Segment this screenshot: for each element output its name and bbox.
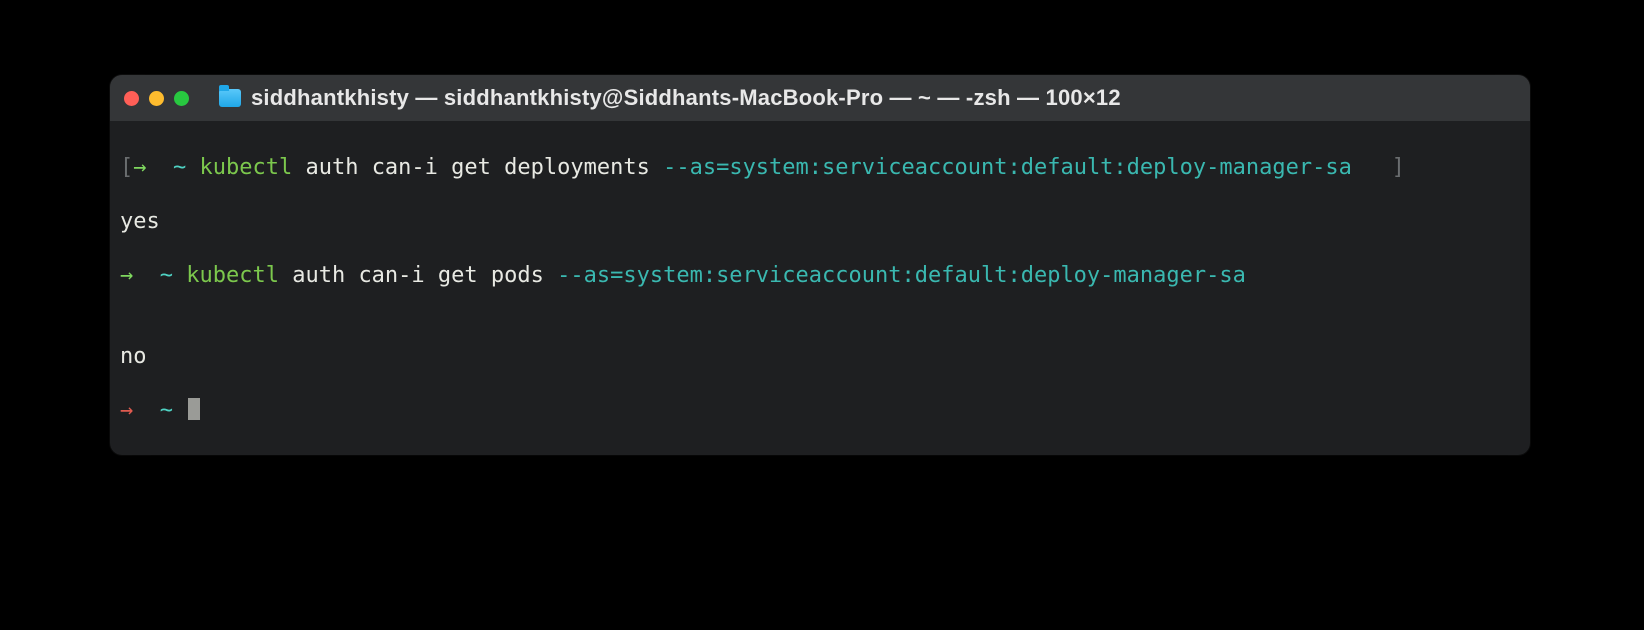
prompt-path: ~ [160, 398, 173, 423]
command-flag: --as=system:serviceaccount:default:deplo… [663, 155, 1352, 180]
titlebar[interactable]: siddhantkhisty — siddhantkhisty@Siddhant… [110, 75, 1530, 121]
command-args: auth can-i get deployments [292, 155, 663, 180]
minimize-icon[interactable] [149, 91, 164, 106]
prompt-path: ~ [160, 263, 173, 288]
folder-icon [219, 89, 241, 107]
terminal-body[interactable]: [→ ~ kubectl auth can-i get deployments … [110, 121, 1530, 455]
prompt-arrow-icon: → [120, 398, 133, 423]
command-name: kubectl [200, 155, 293, 180]
terminal-line: → ~ kubectl auth can-i get pods --as=sys… [120, 262, 1520, 289]
bracket-close: ] [1392, 155, 1405, 180]
command-flag: --as=system:serviceaccount:default:deplo… [557, 263, 1246, 288]
traffic-lights [124, 91, 189, 106]
command-name: kubectl [186, 263, 279, 288]
prompt-arrow-icon: → [133, 155, 146, 180]
terminal-output: yes [120, 208, 1520, 235]
bracket-open: [ [120, 155, 133, 180]
terminal-line: → ~ [120, 397, 1520, 424]
close-icon[interactable] [124, 91, 139, 106]
window-title: siddhantkhisty — siddhantkhisty@Siddhant… [251, 85, 1516, 111]
prompt-path: ~ [173, 155, 186, 180]
prompt-arrow-icon: → [120, 263, 133, 288]
spacer [1352, 155, 1392, 180]
terminal-output: no [120, 343, 1520, 370]
terminal-line: [→ ~ kubectl auth can-i get deployments … [120, 154, 1520, 181]
terminal-window[interactable]: siddhantkhisty — siddhantkhisty@Siddhant… [110, 75, 1530, 455]
zoom-icon[interactable] [174, 91, 189, 106]
cursor-icon [188, 398, 200, 420]
command-args: auth can-i get pods [279, 263, 557, 288]
